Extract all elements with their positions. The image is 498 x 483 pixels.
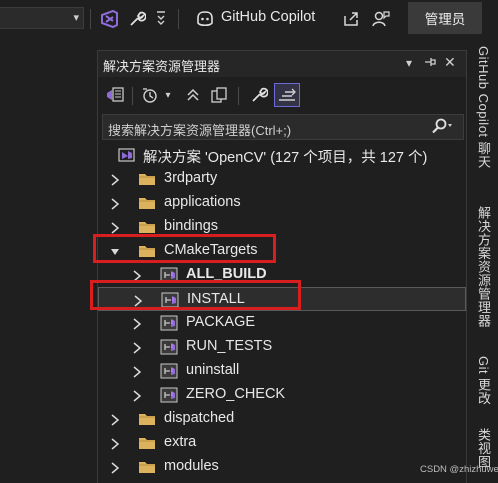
tree-item-label: 3rdparty: [164, 170, 218, 186]
chevron-down-icon[interactable]: ▾: [406, 56, 412, 70]
collapse-all-icon[interactable]: [182, 83, 204, 107]
toolbar-separator: [132, 87, 133, 105]
collapsed-chevron-icon[interactable]: [132, 341, 142, 354]
highlight-install-box: [90, 280, 301, 310]
folder-icon: [138, 195, 156, 211]
properties-wrench-icon[interactable]: [248, 83, 270, 107]
top-toolbar: ▾ GitHub Copilot 管理员: [0, 0, 498, 38]
tree-item-zero-check[interactable]: ZERO_CHECK: [98, 383, 466, 407]
copilot-button-label[interactable]: GitHub Copilot: [221, 9, 315, 25]
overflow-icon[interactable]: [150, 8, 172, 30]
highlight-cmaketargets-box: [93, 234, 276, 263]
tree-item-package[interactable]: PACKAGE: [98, 311, 466, 335]
share-icon[interactable]: [340, 8, 362, 30]
collapsed-chevron-icon[interactable]: [132, 389, 142, 402]
tree-item-applications[interactable]: applications: [98, 191, 466, 215]
search-solution-explorer-input[interactable]: 搜索解决方案资源管理器(Ctrl+;): [102, 114, 464, 140]
project-icon: [160, 315, 178, 331]
panel-toolbar: ▾: [98, 79, 466, 111]
tree-item-modules[interactable]: modules: [98, 455, 466, 479]
tree-item-run-tests[interactable]: RUN_TESTS: [98, 335, 466, 359]
tree-item-label: uninstall: [186, 362, 240, 378]
tree-item-label: bindings: [164, 218, 219, 234]
watermark: CSDN @zhizhuwei: [420, 464, 498, 475]
copilot-icon[interactable]: [194, 8, 216, 30]
solution-icon: [118, 147, 136, 163]
tree-item-label: ZERO_CHECK: [186, 386, 286, 402]
solution-label: 解决方案 'OpenCV' (127 个项目，共 127 个): [143, 150, 428, 166]
toolbar-separator: [90, 9, 91, 29]
collapsed-chevron-icon[interactable]: [110, 437, 120, 450]
folder-icon: [138, 435, 156, 451]
wrench-icon[interactable]: [126, 8, 148, 30]
folder-icon: [138, 459, 156, 475]
tree-item-label: applications: [164, 194, 241, 210]
tab-class-view[interactable]: 类视图: [474, 428, 493, 469]
collapsed-chevron-icon[interactable]: [110, 197, 120, 210]
collapsed-chevron-icon[interactable]: [132, 317, 142, 330]
tree-item-dispatched[interactable]: dispatched: [98, 407, 466, 431]
tree-item-extra[interactable]: extra: [98, 431, 466, 455]
panel-title: 解决方案资源管理器: [103, 59, 221, 74]
pin-icon[interactable]: [424, 56, 436, 71]
sync-with-active-document-icon[interactable]: [274, 83, 300, 107]
search-icon[interactable]: [431, 118, 453, 141]
folder-icon: [138, 171, 156, 187]
toolbar-separator: [178, 9, 179, 29]
tab-git-changes[interactable]: Git 更改: [474, 356, 493, 405]
project-icon: [160, 387, 178, 403]
side-tab-strip: GitHub Copilot 聊天 解决方案资源管理器 Git 更改 类视图: [468, 38, 498, 483]
close-icon[interactable]: ✕: [444, 54, 456, 71]
pending-changes-filter-icon[interactable]: [140, 83, 162, 107]
collapsed-chevron-icon[interactable]: [132, 365, 142, 378]
tree-item-uninstall[interactable]: uninstall: [98, 359, 466, 383]
folder-icon: [138, 219, 156, 235]
solution-root-row[interactable]: 解决方案 'OpenCV' (127 个项目，共 127 个): [98, 143, 466, 167]
project-icon: [160, 363, 178, 379]
collapsed-chevron-icon[interactable]: [110, 173, 120, 186]
folder-icon: [138, 411, 156, 427]
search-placeholder: 搜索解决方案资源管理器(Ctrl+;): [108, 123, 292, 138]
configuration-dropdown[interactable]: ▾: [0, 7, 84, 29]
toolbar-separator: [238, 87, 239, 105]
collapsed-chevron-icon[interactable]: [110, 413, 120, 426]
tab-copilot-chat[interactable]: GitHub Copilot 聊天: [474, 46, 493, 169]
tab-solution-explorer[interactable]: 解决方案资源管理器: [474, 206, 493, 328]
feedback-person-icon[interactable]: [370, 8, 392, 30]
panel-title-bar: 解决方案资源管理器 ▾ ✕: [98, 51, 466, 77]
collapsed-chevron-icon[interactable]: [110, 461, 120, 474]
collapsed-chevron-icon[interactable]: [110, 221, 120, 234]
tree-item-label: dispatched: [164, 410, 235, 426]
show-all-files-icon[interactable]: [208, 83, 230, 107]
tree-item-label: RUN_TESTS: [186, 338, 273, 354]
admin-badge-button[interactable]: 管理员: [408, 2, 482, 34]
chevron-down-icon[interactable]: ▾: [162, 83, 174, 107]
tree-item-label: modules: [164, 458, 219, 474]
switch-views-icon[interactable]: [104, 83, 126, 107]
tree-item-label: PACKAGE: [186, 314, 256, 330]
chevron-down-icon: ▾: [73, 12, 79, 24]
visual-studio-icon[interactable]: [98, 8, 120, 30]
tree-item-3rdparty[interactable]: 3rdparty: [98, 167, 466, 191]
solution-explorer-panel: 解决方案资源管理器 ▾ ✕ ▾ 搜索解决方案资源管理器(Ctrl+;) 解决方案…: [97, 50, 467, 483]
tree-item-label: extra: [164, 434, 197, 450]
project-icon: [160, 339, 178, 355]
